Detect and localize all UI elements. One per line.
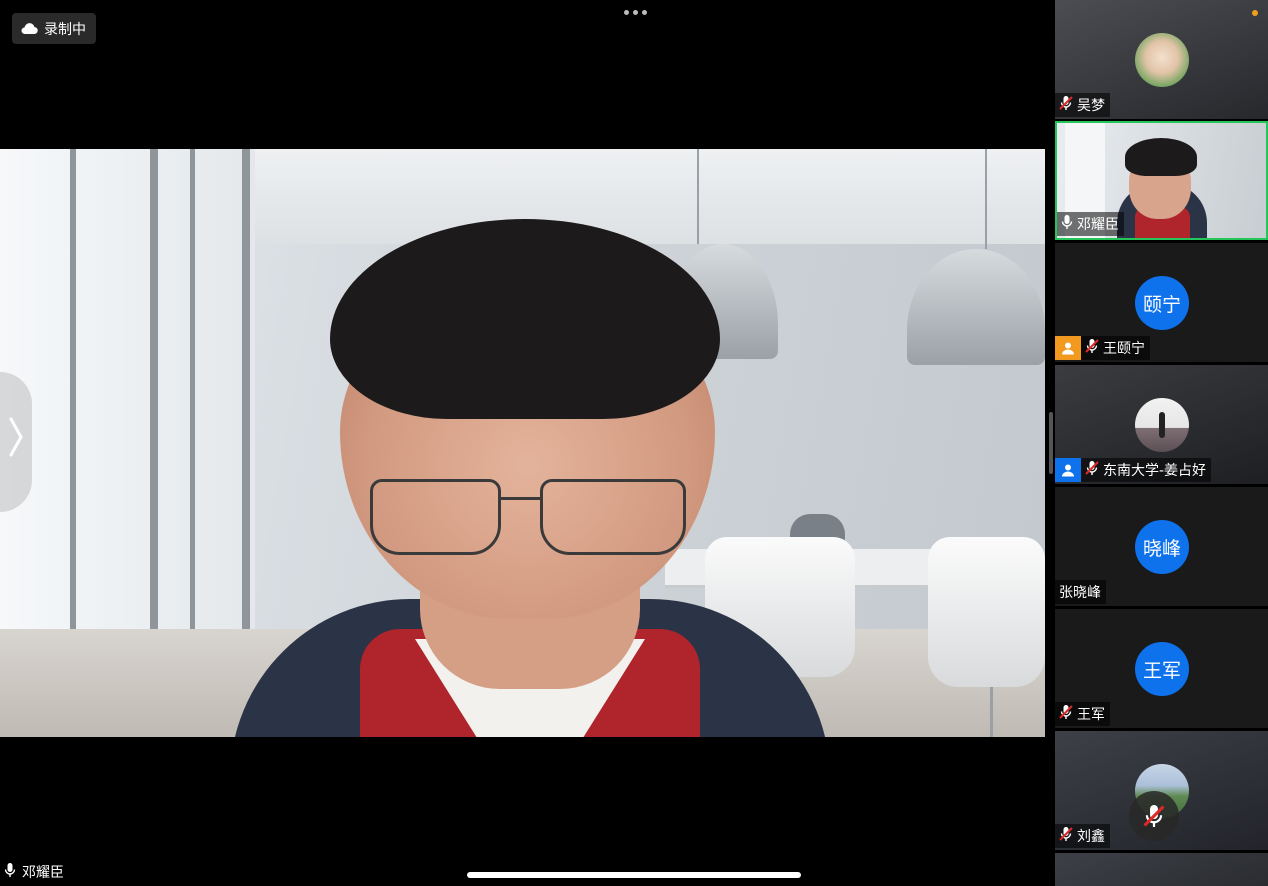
- pendant-lamp: [907, 249, 1045, 365]
- participant-label: 王军: [1055, 702, 1110, 726]
- participant-tile-liuxin[interactable]: 刘鑫: [1055, 731, 1268, 850]
- microphone-icon: [4, 862, 16, 882]
- mic-muted-icon: [1059, 95, 1073, 115]
- participant-tile-wumeng[interactable]: 吴梦: [1055, 0, 1268, 119]
- participant-tile-jiangzhanhao[interactable]: 东南大学-姜占好: [1055, 365, 1268, 484]
- participant-tile-wangjun[interactable]: 王军 王军: [1055, 609, 1268, 728]
- participant-label: 东南大学-姜占好: [1055, 458, 1212, 482]
- recording-label: 录制中: [44, 21, 86, 38]
- participant-label: 邓耀臣: [1057, 212, 1124, 236]
- participant-tile-wangyining[interactable]: 颐宁 王颐宁: [1055, 243, 1268, 362]
- participant-name: 王颐宁: [1103, 341, 1145, 357]
- participant-label: 王颐宁: [1055, 336, 1150, 360]
- avatar: [1135, 398, 1189, 452]
- more-options-icon[interactable]: [620, 6, 651, 19]
- home-indicator[interactable]: [467, 872, 801, 878]
- participant-name: 刘鑫: [1077, 829, 1105, 845]
- chevron-right-icon: [9, 417, 23, 467]
- avatar: 晓峰: [1135, 520, 1189, 574]
- avatar: 颐宁: [1135, 276, 1189, 330]
- gallery-scrollbar[interactable]: [1049, 412, 1053, 474]
- participant-tile-zhangxiaofeng[interactable]: 晓峰 张晓峰: [1055, 487, 1268, 606]
- participant-label: 刘鑫: [1055, 824, 1110, 848]
- status-dot: [1252, 10, 1258, 16]
- background-chair: [928, 537, 1045, 687]
- cloud-icon: [20, 22, 38, 35]
- mic-muted-icon: [1085, 338, 1099, 358]
- active-speaker-name: 邓耀臣: [22, 865, 64, 881]
- muted-indicator-icon: [1129, 791, 1179, 841]
- participant-label: 张晓峰: [1055, 580, 1106, 604]
- participant-tile-partial[interactable]: [1055, 853, 1268, 886]
- participant-tile-dengyaochen[interactable]: 邓耀臣: [1055, 121, 1268, 240]
- recording-badge[interactable]: 录制中: [12, 13, 96, 44]
- participant-name: 张晓峰: [1059, 585, 1101, 601]
- participant-name: 邓耀臣: [1077, 217, 1119, 233]
- host-badge-icon: [1055, 336, 1081, 360]
- mic-muted-icon: [1059, 704, 1073, 724]
- avatar: [1135, 33, 1189, 87]
- avatar: 王军: [1135, 642, 1189, 696]
- participant-label: 吴梦: [1055, 93, 1110, 117]
- main-video-feed: [0, 149, 1045, 737]
- main-stage: 录制中 邓耀臣: [0, 0, 1055, 886]
- cohost-badge-icon: [1055, 458, 1081, 482]
- participant-name: 吴梦: [1077, 98, 1105, 114]
- previous-page-arrow[interactable]: [0, 372, 32, 512]
- participant-name: 王军: [1077, 707, 1105, 723]
- participant-name: 东南大学-姜占好: [1103, 463, 1207, 479]
- microphone-icon: [1061, 214, 1073, 234]
- active-speaker-label: 邓耀臣: [4, 861, 64, 883]
- mic-muted-icon: [1059, 826, 1073, 846]
- participant-gallery: 吴梦 邓耀臣 颐宁 王颐宁 东南大学-姜占好 晓峰 张晓峰 王军 王军 刘鑫: [1055, 0, 1268, 886]
- mic-muted-icon: [1085, 460, 1099, 480]
- speaker-person: [230, 219, 830, 737]
